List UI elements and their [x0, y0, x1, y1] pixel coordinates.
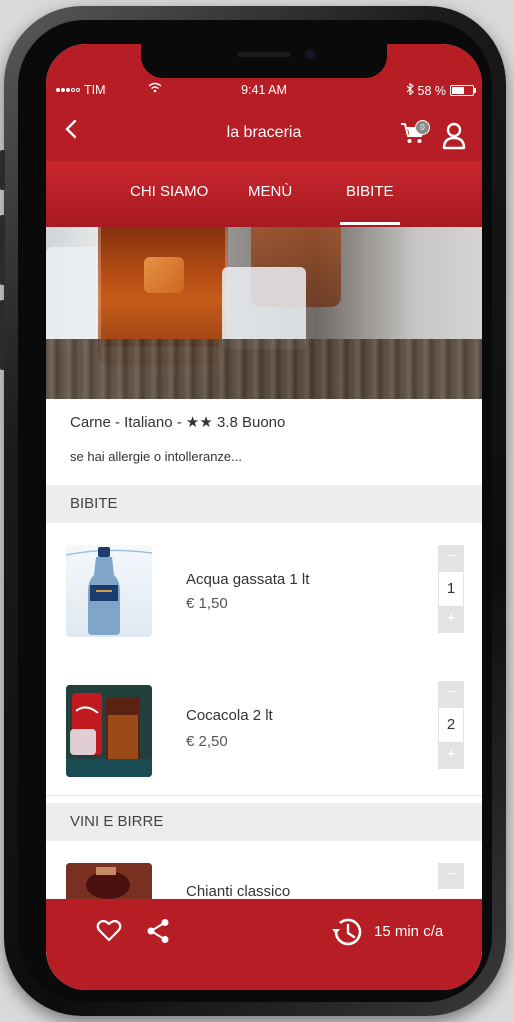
hero-image — [46, 227, 482, 399]
app-screen: TIM 9:41 AM 58 % la braceria 0 CHI SIAMO… — [46, 44, 482, 990]
navigation-bar: la braceria 0 — [46, 110, 482, 158]
history-icon — [332, 918, 362, 946]
section-title: BIBITE — [70, 495, 118, 512]
quantity-stepper: − 2 + — [438, 681, 464, 769]
user-icon — [442, 122, 466, 150]
ice-cube-image — [144, 257, 184, 293]
allergy-link[interactable]: se hai allergie o intolleranze... — [70, 449, 242, 464]
decrement-button[interactable]: − — [438, 545, 464, 571]
quantity-value[interactable]: 1 — [438, 571, 464, 607]
cuisine-rating: Carne - Italiano - ★★ 3.8 Buono — [70, 414, 286, 431]
wood-table-image — [46, 339, 482, 399]
quantity-stepper: − 1 + — [438, 545, 464, 633]
cart-count-badge: 0 — [415, 120, 430, 135]
share-button[interactable] — [146, 918, 170, 944]
profile-button[interactable] — [442, 122, 466, 150]
share-icon — [147, 919, 169, 943]
volume-down-button — [0, 300, 5, 370]
section-header-vini-e-birre: VINI E BIRRE — [46, 803, 482, 841]
tab-bar: CHI SIAMO MENÙ BIBITE — [46, 161, 482, 227]
battery-percent: 58 % — [417, 83, 447, 98]
increment-button[interactable]: + — [438, 743, 464, 769]
section-title: VINI E BIRRE — [70, 813, 164, 830]
delivery-eta: 15 min c/a — [374, 923, 444, 940]
tab-chi-siamo[interactable]: CHI SIAMO — [130, 183, 208, 200]
list-item[interactable]: Acqua gassata 1 lt € 1,50 − 1 + — [46, 523, 482, 660]
restaurant-info: Carne - Italiano - ★★ 3.8 Buono se hai a… — [46, 399, 482, 485]
front-camera — [305, 49, 315, 59]
tab-menu[interactable]: MENÙ — [248, 183, 292, 200]
status-bar: TIM 9:41 AM 58 % — [46, 80, 482, 102]
bottom-action-bar: 15 min c/a — [46, 899, 482, 990]
item-name: Acqua gassata 1 lt — [186, 571, 310, 588]
quantity-stepper: − — [438, 863, 464, 889]
section-header-bibite: BIBITE — [46, 485, 482, 523]
list-item[interactable]: Cocacola 2 lt € 2,50 − 2 + — [46, 659, 482, 796]
speaker-grille — [237, 52, 291, 57]
quantity-value[interactable]: 2 — [438, 707, 464, 743]
mute-switch — [0, 150, 5, 190]
bluetooth-icon — [406, 82, 414, 98]
battery-indicator: 58 % — [406, 82, 476, 98]
favorite-button[interactable] — [96, 919, 122, 943]
battery-icon — [450, 85, 476, 96]
item-thumbnail — [66, 685, 152, 777]
item-name: Cocacola 2 lt — [186, 707, 273, 724]
decrement-button[interactable]: − — [438, 681, 464, 707]
item-thumbnail — [66, 545, 152, 637]
increment-button[interactable]: + — [438, 607, 464, 633]
item-price: € 1,50 — [186, 595, 228, 612]
ice-block-image — [222, 267, 306, 349]
heart-icon — [96, 919, 122, 942]
item-name: Chianti classico — [186, 883, 291, 900]
item-price: € 2,50 — [186, 733, 228, 750]
decrement-button[interactable]: − — [438, 863, 464, 889]
volume-up-button — [0, 215, 5, 285]
phone-notch — [141, 44, 387, 78]
tab-bibite[interactable]: BIBITE — [340, 183, 399, 225]
ice-decoration — [46, 247, 106, 347]
delivery-time-button[interactable] — [330, 916, 364, 948]
